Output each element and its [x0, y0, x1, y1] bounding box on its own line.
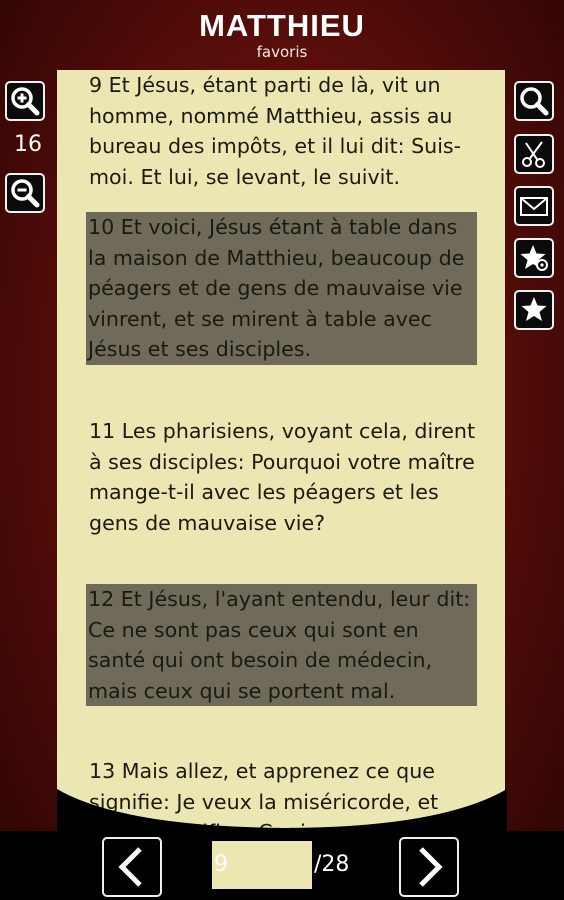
- cut-button[interactable]: [514, 134, 554, 174]
- search-button[interactable]: [514, 81, 554, 121]
- scissors-icon: [522, 141, 545, 168]
- font-size-value: 16: [14, 132, 42, 157]
- favorites-button[interactable]: [514, 290, 554, 330]
- verse-11: 11 Les pharisiens, voyant cela, dirent à…: [89, 419, 476, 535]
- book-title: MATTHIEU: [199, 8, 365, 43]
- zoom-in-button[interactable]: [5, 81, 45, 121]
- mail-button[interactable]: [514, 186, 554, 226]
- add-favorite-button[interactable]: [514, 238, 554, 278]
- star-gear-icon: [520, 245, 548, 271]
- mail-icon: [520, 197, 548, 216]
- verse-13: 13 Mais allez, et apprenez ce que signif…: [89, 759, 439, 831]
- previous-page-button[interactable]: [102, 837, 162, 897]
- search-icon: [520, 87, 549, 116]
- star-icon: [521, 297, 547, 321]
- reading-page: 9 Et Jésus, étant parti de là, vit un ho…: [57, 70, 505, 831]
- page-number-input[interactable]: 9: [212, 841, 312, 889]
- next-page-button[interactable]: [399, 837, 459, 897]
- header: MATTHIEU favoris: [0, 0, 564, 66]
- page-total: /28: [314, 852, 350, 877]
- footer-nav: 9 /28: [0, 831, 564, 900]
- verse-12: 12 Et Jésus, l'ayant entendu, leur dit: …: [86, 584, 477, 706]
- zoom-out-button[interactable]: [5, 173, 45, 213]
- verse-10: 10 Et voici, Jésus étant à table dans la…: [86, 212, 477, 365]
- verse-9: 9 Et Jésus, étant parti de là, vit un ho…: [89, 73, 462, 189]
- chevron-right-icon: [419, 847, 443, 887]
- zoom-in-icon: [11, 87, 40, 116]
- book-subtitle: favoris: [256, 43, 308, 61]
- chevron-left-icon: [118, 847, 142, 887]
- zoom-out-icon: [11, 179, 40, 208]
